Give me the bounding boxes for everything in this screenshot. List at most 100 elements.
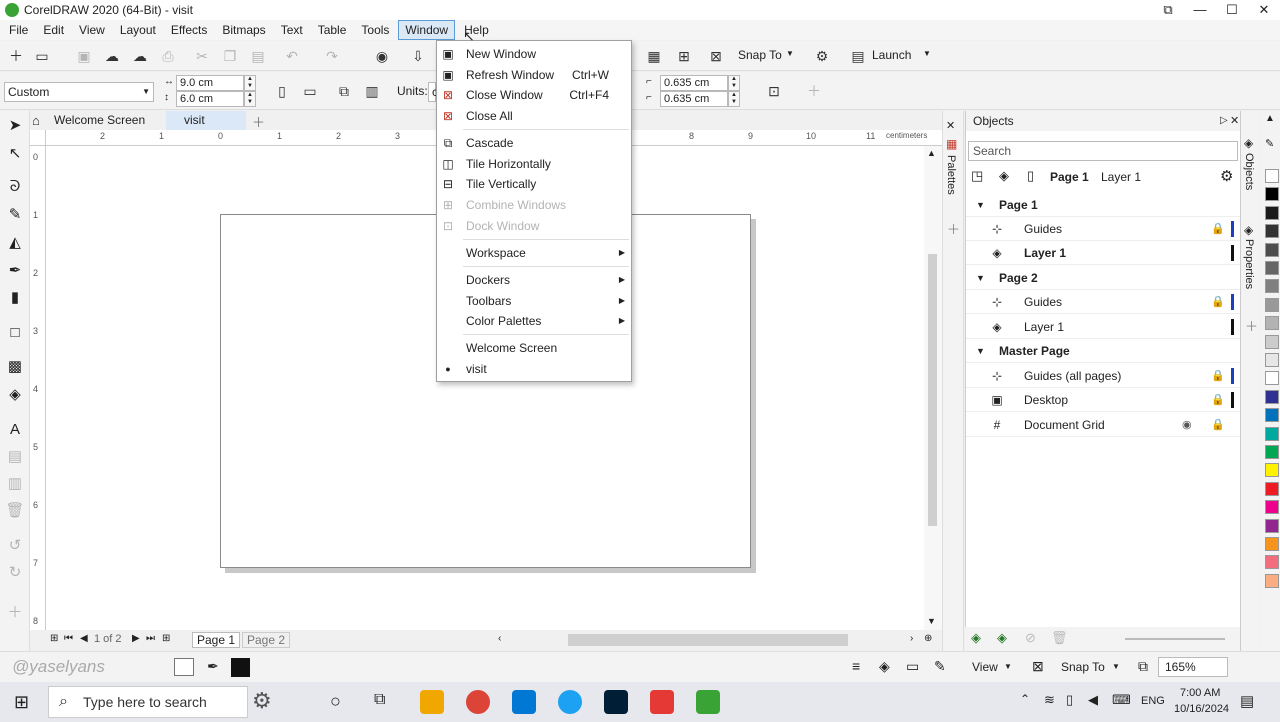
objects-tab[interactable]: Objects [1243,153,1255,190]
dimension-tool-icon[interactable]: ▥ [5,473,25,493]
color-swatch[interactable] [1265,261,1279,275]
properties-tab[interactable]: Properties [1243,239,1255,289]
menu-item-tile-vertically[interactable]: ⊟ Tile Vertically [437,174,631,194]
nudge-y-stepper[interactable]: ▲ ▼ [728,91,740,107]
language-indicator[interactable]: ENG [1141,695,1165,707]
scroll-right-icon[interactable]: › [910,633,913,644]
vertical-scroll-thumb[interactable] [928,254,937,526]
palettes-tab[interactable]: Palettes [945,155,957,195]
open-folder-icon[interactable]: ▭ [32,46,52,66]
launch-dropdown[interactable]: Launch [872,48,911,62]
shape-tool-icon[interactable]: ↖ [5,143,25,163]
current-page-icon[interactable]: ▥ [362,81,382,101]
menu-layout[interactable]: Layout [114,21,162,39]
scroll-down-icon[interactable]: ▼ [927,616,936,626]
chrome-icon[interactable] [466,690,490,714]
scroll-up-icon[interactable]: ▲ [927,148,936,158]
color-swatch[interactable] [1265,573,1279,588]
close-icon[interactable]: ✕ [1230,111,1239,131]
tree-row-page-2[interactable]: ▼ Page 2 [966,266,1241,290]
new-layer-icon[interactable]: ◈ [971,630,981,646]
table-tool-icon[interactable]: ▤ [5,446,25,466]
color-swatch[interactable] [1265,426,1279,441]
width-stepper[interactable]: ▲ ▼ [244,75,256,91]
color-swatch[interactable] [1265,371,1279,386]
cortana-gear-icon[interactable]: ⚙ [252,688,272,714]
import-icon[interactable]: ⇩ [408,46,428,66]
color-swatch[interactable] [1265,279,1279,294]
gear-icon[interactable]: ⚙ [1220,167,1233,185]
cloud-upload-icon[interactable]: ☁ [102,46,122,66]
lock-icon[interactable]: 🔒 [1211,217,1225,241]
lock-icon[interactable]: 🔒 [1211,364,1225,388]
new-master-layer-icon[interactable]: ◈ [997,630,1007,646]
eraser-tool-icon[interactable]: ▮ [5,287,25,307]
color-swatch[interactable] [1265,537,1279,551]
color-swatch[interactable] [1265,334,1279,349]
horizontal-scroll-thumb[interactable] [568,634,848,646]
page-frame-icon[interactable]: ⊡ [764,81,784,101]
menu-tools[interactable]: Tools [355,21,395,39]
color-swatch[interactable] [1265,555,1279,570]
menu-item-close-window[interactable]: ⊠ Close Window Ctrl+F4 [437,85,631,105]
color-swatch[interactable] [1265,297,1279,312]
cloud-sync-icon[interactable]: ☁ [130,46,150,66]
color-swatch[interactable] [1265,389,1279,404]
page-preset-select[interactable]: Custom ▼ [4,82,154,102]
tree-row-guides-all[interactable]: ⊹ Guides (all pages) 🔒 [966,364,1241,388]
keyboard-icon[interactable]: ⌨ [1112,692,1131,708]
new-tab-icon[interactable]: ＋ [252,112,265,131]
ruler-corner[interactable] [30,130,46,146]
tree-row-desktop[interactable]: ▣ Desktop 🔒 [966,388,1241,412]
menu-text[interactable]: Text [275,21,309,39]
notifications-icon[interactable]: ▤ [1240,692,1254,710]
close-button[interactable]: ✕ [1248,0,1280,20]
paste-icon[interactable]: ▤ [248,46,268,66]
add-page-after-icon[interactable]: ⊞ [162,633,170,644]
layers-icon[interactable]: ◈ [879,658,890,675]
collapse-arrow-icon[interactable]: ▼ [976,339,985,363]
menu-table[interactable]: Table [312,21,353,39]
menu-item-refresh-window[interactable]: ▣ Refresh Window Ctrl+W [437,65,631,85]
chevron-down-icon[interactable]: ▼ [1004,662,1012,671]
copy-icon[interactable]: ❐ [220,46,240,66]
crop-tool-icon[interactable]: ᘐ [5,176,25,196]
add-icon[interactable]: ＋ [804,81,824,101]
nudge-x-field[interactable]: 0.635 cm [660,75,728,91]
page-tab-1[interactable]: Page 1 [192,632,241,648]
snap-to-dropdown[interactable]: Snap To [738,48,782,62]
show-hidden-icons-icon[interactable]: ⌃ [1020,692,1030,706]
zoom-icon[interactable]: ⧉ [1138,658,1148,675]
next-page-icon[interactable]: ▶ [132,633,140,644]
zoom-navigator-icon[interactable]: ⊕ [924,633,932,644]
close-palette-icon[interactable]: ✕ [946,119,955,132]
scroll-left-icon[interactable]: ‹ [498,633,501,644]
pattern-tool-icon[interactable]: ▩ [5,356,25,376]
menu-item-new-window[interactable]: ▣ New Window [437,44,631,64]
menu-item-dockers[interactable]: Dockers ▶ [437,270,631,290]
landscape-icon[interactable]: ▭ [300,81,320,101]
page-icon[interactable]: ▯ [1027,168,1034,184]
view-dropdown[interactable]: View [972,660,998,674]
zoom-slider[interactable] [1125,638,1225,640]
grid-icon[interactable]: ▦ [644,46,664,66]
add-docker-icon[interactable]: ＋ [947,219,960,238]
chevron-down-icon[interactable]: ▼ [786,49,794,58]
minimize-button[interactable]: — [1184,0,1216,20]
add-tool-icon[interactable]: ＋ [5,601,25,621]
restore-layout-icon[interactable]: ⧉ [1152,0,1184,20]
expand-icon[interactable]: ▷ [1220,111,1228,131]
print-icon[interactable]: ⎙ [158,46,178,66]
lock-icon[interactable]: 🔒 [1211,413,1225,437]
collapse-arrow-icon[interactable]: ▼ [976,193,985,217]
no-fill-icon[interactable] [174,658,194,676]
windows-start-icon[interactable]: ⊞ [14,692,29,713]
color-swatch[interactable] [1265,205,1279,220]
show-object-properties-icon[interactable]: ◳ [971,168,983,184]
cut-icon[interactable]: ✂ [192,46,212,66]
menu-item-workspace[interactable]: Workspace ▶ [437,243,631,263]
menu-effects[interactable]: Effects [165,21,213,39]
height-stepper[interactable]: ▲ ▼ [244,91,256,107]
color-swatch[interactable] [1265,242,1279,257]
fill-tool-icon[interactable]: ◈ [5,384,25,404]
